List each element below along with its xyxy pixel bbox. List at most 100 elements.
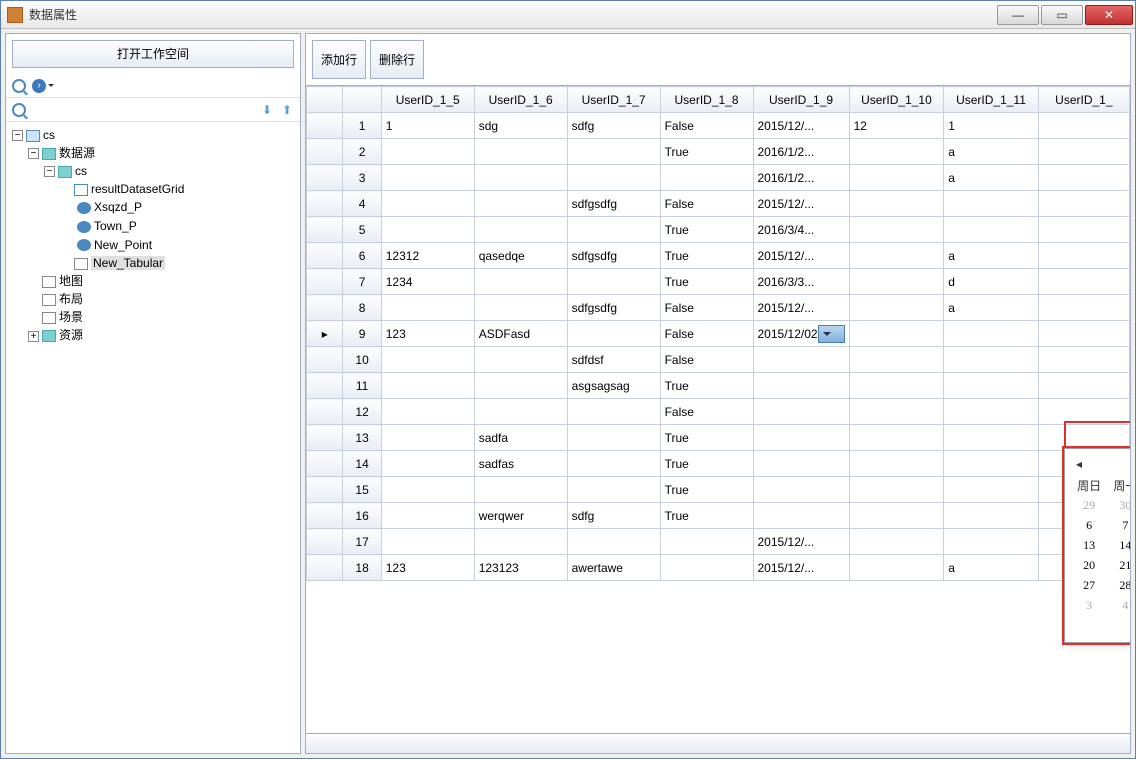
cell[interactable]: 123123	[474, 555, 567, 581]
cell[interactable]	[474, 295, 567, 321]
delete-row-button[interactable]: 删除行	[370, 40, 424, 79]
cell[interactable]: False	[660, 295, 753, 321]
cell[interactable]	[753, 477, 849, 503]
filter-input[interactable]	[32, 101, 254, 119]
cell[interactable]: 2016/3/3...	[753, 269, 849, 295]
cell[interactable]	[567, 451, 660, 477]
cell[interactable]	[474, 269, 567, 295]
cell[interactable]	[474, 165, 567, 191]
cell[interactable]: sdfgsdfg	[567, 243, 660, 269]
calendar-day[interactable]: 29	[1071, 495, 1107, 515]
cell[interactable]	[944, 529, 1038, 555]
cell[interactable]: 2015/12/...	[753, 555, 849, 581]
table-row[interactable]: 612312qasedqesdfgsdfgTrue2015/12/...a	[307, 243, 1130, 269]
column-header[interactable]: UserID_1_7	[567, 87, 660, 113]
cell[interactable]	[849, 503, 944, 529]
cell[interactable]	[849, 555, 944, 581]
tree-dataset-item[interactable]: Town_P	[94, 219, 137, 233]
tree-toggle[interactable]: −	[12, 130, 23, 141]
cell[interactable]	[849, 347, 944, 373]
cell[interactable]	[1038, 269, 1129, 295]
minimize-button[interactable]: —	[997, 5, 1039, 25]
column-header[interactable]: UserID_1_	[1038, 87, 1129, 113]
cell[interactable]	[660, 165, 753, 191]
calendar-day[interactable]: 28	[1107, 575, 1130, 595]
cell[interactable]: False	[660, 191, 753, 217]
cell[interactable]	[474, 139, 567, 165]
column-header[interactable]: UserID_1_5	[381, 87, 474, 113]
cell[interactable]	[1038, 399, 1129, 425]
cell[interactable]	[474, 191, 567, 217]
cell[interactable]	[944, 399, 1038, 425]
cell[interactable]	[944, 425, 1038, 451]
calendar-day[interactable]: 7	[1107, 515, 1130, 535]
table-row[interactable]: 32016/1/2...a	[307, 165, 1130, 191]
cell[interactable]	[849, 477, 944, 503]
date-picker-popup[interactable]: ◂ 2015年12月 ▸ 周日周一周二周三周四周五周六 293012345678…	[1064, 448, 1130, 643]
table-row[interactable]: 4sdfgsdfgFalse2015/12/...	[307, 191, 1130, 217]
cell[interactable]	[944, 217, 1038, 243]
cell[interactable]	[1038, 139, 1129, 165]
cell[interactable]	[849, 243, 944, 269]
table-row[interactable]: 172015/12/...	[307, 529, 1130, 555]
cell[interactable]: awertawe	[567, 555, 660, 581]
table-row[interactable]: 12False	[307, 399, 1130, 425]
cell[interactable]	[753, 399, 849, 425]
cell[interactable]: False	[660, 347, 753, 373]
cell[interactable]	[660, 529, 753, 555]
search-icon-2[interactable]	[12, 103, 26, 117]
cell[interactable]: True	[660, 217, 753, 243]
cell[interactable]	[849, 165, 944, 191]
cell[interactable]	[1038, 347, 1129, 373]
cell[interactable]	[944, 373, 1038, 399]
cell[interactable]	[1038, 321, 1129, 347]
tree-root[interactable]: cs	[43, 128, 55, 142]
column-header[interactable]: UserID_1_11	[944, 87, 1038, 113]
cell[interactable]: ASDFasd	[474, 321, 567, 347]
calendar-day[interactable]: 30	[1107, 495, 1130, 515]
cell[interactable]: 1	[381, 113, 474, 139]
down-icon[interactable]: ⬇	[260, 103, 274, 117]
forward-icon[interactable]: ›	[32, 79, 46, 93]
calendar-day[interactable]: 3	[1071, 595, 1107, 615]
cell[interactable]: a	[944, 555, 1038, 581]
cell[interactable]	[944, 347, 1038, 373]
calendar-day[interactable]: 21	[1107, 555, 1130, 575]
cell[interactable]: 1	[944, 113, 1038, 139]
cell[interactable]: a	[944, 165, 1038, 191]
cell[interactable]: sadfa	[474, 425, 567, 451]
cell[interactable]	[1038, 295, 1129, 321]
cell[interactable]	[567, 529, 660, 555]
cell[interactable]: False	[660, 113, 753, 139]
cell[interactable]	[381, 451, 474, 477]
table-row[interactable]: 11asgsagsagTrue	[307, 373, 1130, 399]
cell[interactable]	[753, 373, 849, 399]
table-row[interactable]: 13sadfaTrue	[307, 425, 1130, 451]
cell[interactable]	[849, 269, 944, 295]
cell[interactable]	[474, 217, 567, 243]
cell[interactable]: 2016/1/2...	[753, 165, 849, 191]
cell[interactable]: True	[660, 451, 753, 477]
cell[interactable]: 123	[381, 555, 474, 581]
calendar-day[interactable]: 20	[1071, 555, 1107, 575]
calendar-day[interactable]: 6	[1071, 515, 1107, 535]
cell[interactable]	[381, 477, 474, 503]
cell[interactable]	[567, 399, 660, 425]
cell[interactable]: True	[660, 425, 753, 451]
cell[interactable]	[660, 555, 753, 581]
cell[interactable]: 12312	[381, 243, 474, 269]
cell[interactable]	[849, 451, 944, 477]
table-row[interactable]: 11sdgsdfgFalse2015/12/...121	[307, 113, 1130, 139]
cell[interactable]	[381, 373, 474, 399]
column-header[interactable]: UserID_1_8	[660, 87, 753, 113]
cell[interactable]: 2015/12/...	[753, 243, 849, 269]
cell[interactable]: True	[660, 477, 753, 503]
cell[interactable]	[381, 503, 474, 529]
cell[interactable]	[753, 425, 849, 451]
table-row[interactable]: 2True2016/1/2...a	[307, 139, 1130, 165]
cell[interactable]: True	[660, 503, 753, 529]
table-row[interactable]: 16werqwersdfgTrue	[307, 503, 1130, 529]
table-row[interactable]: ▸9123ASDFasdFalse2015/12/02	[307, 321, 1130, 347]
cell[interactable]	[944, 321, 1038, 347]
cell[interactable]	[849, 399, 944, 425]
